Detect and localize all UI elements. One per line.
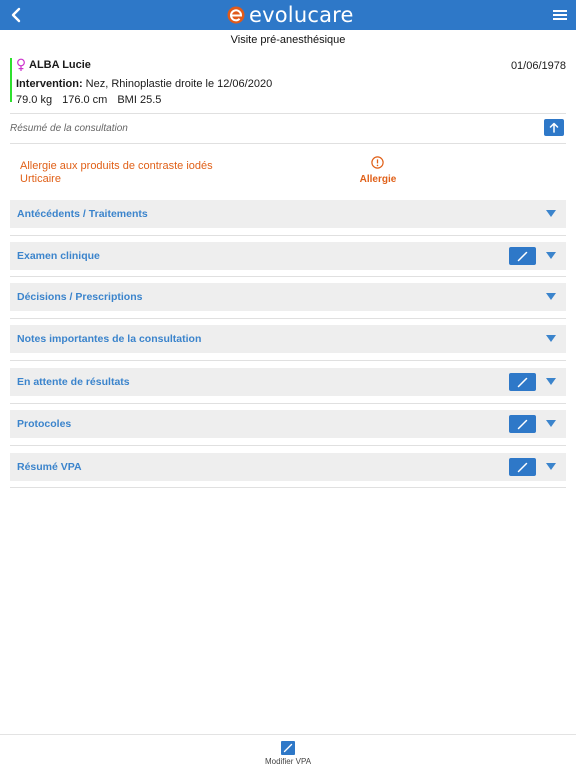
caret-down-icon[interactable]	[546, 293, 556, 301]
app-logo: evolucare	[226, 3, 354, 27]
edit-button[interactable]	[509, 247, 536, 265]
section-title: Résumé VPA	[17, 461, 82, 473]
female-icon	[17, 58, 25, 71]
caret-down-icon[interactable]	[546, 378, 556, 386]
section-title: En attente de résultats	[17, 376, 130, 388]
divider	[10, 143, 566, 144]
section-notes-importantes[interactable]: Notes importantes de la consultation	[10, 325, 566, 353]
pencil-icon	[283, 743, 293, 753]
patient-weight: 79.0 kg	[16, 94, 53, 106]
evolucare-logo-icon	[227, 6, 245, 24]
patient-dob: 01/06/1978	[510, 60, 566, 72]
edit-button[interactable]	[509, 415, 536, 433]
allergy-details: Allergie aux produits de contraste iodés…	[20, 160, 213, 186]
divider	[10, 318, 566, 319]
section-attente-resultats[interactable]: En attente de résultats	[10, 368, 566, 396]
section-protocoles[interactable]: Protocoles	[10, 410, 566, 438]
summary-label: Résumé de la consultation	[10, 123, 128, 134]
page-title: Visite pré-anesthésique	[230, 34, 346, 46]
edit-button[interactable]	[509, 458, 536, 476]
top-app-bar: evolucare	[0, 0, 576, 30]
divider	[10, 276, 566, 277]
divider	[10, 403, 566, 404]
caret-down-icon[interactable]	[546, 210, 556, 218]
arrow-up-icon	[549, 122, 559, 133]
section-resume-vpa[interactable]: Résumé VPA	[10, 453, 566, 481]
patient-name: ALBA Lucie	[29, 59, 91, 71]
divider	[10, 445, 566, 446]
intervention-value: Nez, Rhinoplastie droite le 12/06/2020	[82, 78, 273, 90]
patient-metrics: 79.0 kg 176.0 cm BMI 25.5	[16, 94, 161, 106]
intervention-line: Intervention: Nez, Rhinoplastie droite l…	[16, 78, 272, 90]
section-examen-clinique[interactable]: Examen clinique	[10, 242, 566, 270]
allergy-line-2: Urticaire	[20, 173, 61, 185]
bottom-toolbar: Modifier VPA	[0, 734, 576, 768]
exclamation-circle-icon	[371, 156, 384, 169]
patient-card: ALBA Lucie 01/06/1978 Intervention: Nez,…	[10, 56, 566, 106]
divider	[10, 235, 566, 236]
caret-down-icon[interactable]	[546, 420, 556, 428]
patient-status-bar	[10, 58, 12, 102]
back-icon[interactable]	[6, 4, 28, 26]
caret-down-icon[interactable]	[546, 335, 556, 343]
caret-down-icon[interactable]	[546, 463, 556, 471]
divider	[10, 360, 566, 361]
app-logo-text: evolucare	[249, 3, 354, 27]
caret-down-icon[interactable]	[546, 252, 556, 260]
modify-vpa-button[interactable]	[281, 741, 295, 755]
pencil-icon	[517, 419, 528, 429]
section-title: Antécédents / Traitements	[17, 208, 148, 220]
hamburger-menu-icon[interactable]	[551, 7, 569, 23]
section-title: Examen clinique	[17, 250, 100, 262]
pencil-icon	[517, 462, 528, 472]
modify-vpa-label[interactable]: Modifier VPA	[248, 757, 328, 766]
divider	[10, 487, 566, 488]
pencil-icon	[517, 251, 528, 261]
section-title: Notes importantes de la consultation	[17, 333, 202, 345]
section-decisions-prescriptions[interactable]: Décisions / Prescriptions	[10, 283, 566, 311]
section-antecedents[interactable]: Antécédents / Traitements	[10, 200, 566, 228]
patient-height: 176.0 cm	[62, 94, 108, 106]
summary-upload-button[interactable]	[544, 119, 564, 136]
patient-bmi: BMI 25.5	[117, 94, 162, 106]
intervention-label: Intervention:	[16, 78, 83, 90]
allergy-line-1: Allergie aux produits de contraste iodés	[20, 160, 213, 172]
section-title: Protocoles	[17, 418, 72, 430]
allergy-label: Allergie	[359, 174, 397, 185]
edit-button[interactable]	[509, 373, 536, 391]
divider	[10, 113, 566, 114]
pencil-icon	[517, 377, 528, 387]
section-title: Décisions / Prescriptions	[17, 291, 143, 303]
